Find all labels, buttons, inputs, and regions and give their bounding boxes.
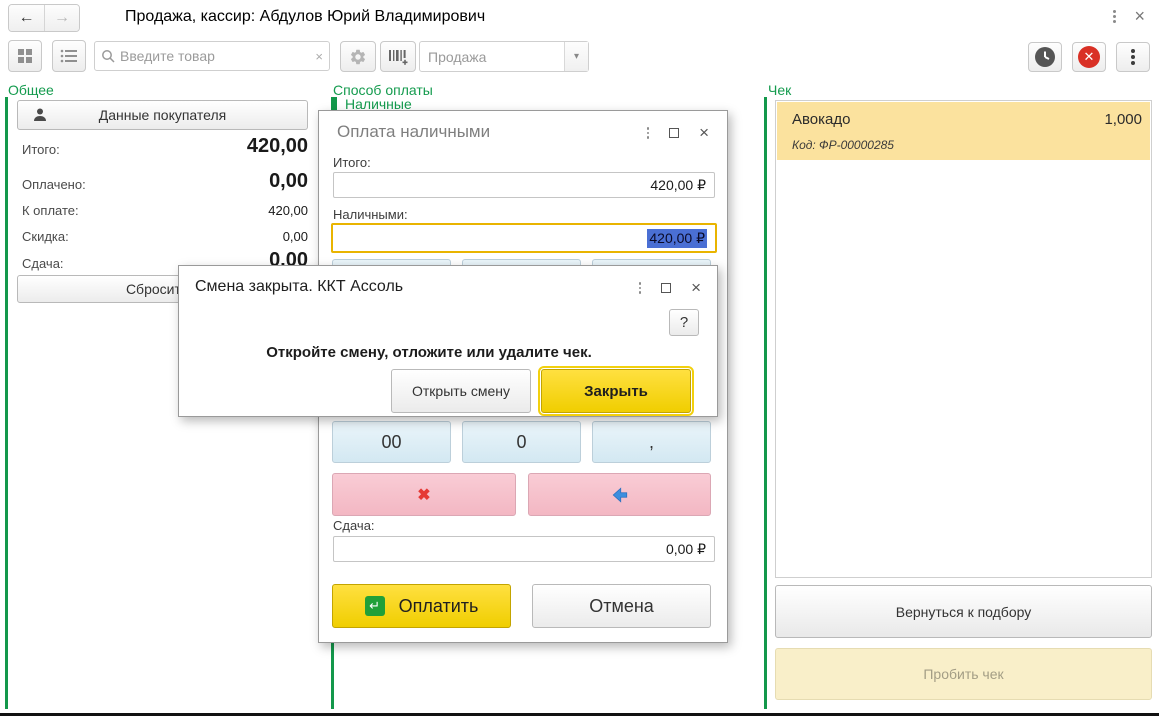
dialog-menu-icon[interactable] [647,127,650,139]
item-code: Код: ФР-00000285 [792,138,894,152]
list-icon [60,49,78,63]
dialog-cash-label: Наличными: [333,207,408,222]
open-shift-button[interactable]: Открыть смену [391,369,531,413]
backspace-arrow-icon [611,487,629,503]
receipt-item-list[interactable]: Авокадо 1,000 Код: ФР-00000285 [775,100,1152,578]
item-name: Авокадо [792,111,850,128]
numpad-clear-button[interactable]: ✖ [332,473,516,516]
receipt-panel-accent-line [764,97,767,709]
kebab-menu-icon [1131,47,1135,67]
dialog-maximize-icon[interactable] [669,128,679,138]
person-icon [32,107,48,123]
tiles-icon [17,48,33,64]
search-icon [101,49,115,63]
dialog-change-value: 0,00 ₽ [666,541,706,558]
window-menu-icon[interactable] [1113,10,1116,23]
shift-dialog-maximize-icon[interactable] [661,283,671,293]
gear-icon [349,48,367,66]
dialog-change-input[interactable]: 0,00 ₽ [333,536,715,562]
receipt-item-card[interactable]: Авокадо 1,000 Код: ФР-00000285 [777,102,1150,160]
product-search-field[interactable]: × [94,41,330,71]
dialog-total-label: Итого: [333,155,371,170]
print-receipt-button: Пробить чек [775,648,1152,700]
customer-data-button[interactable]: Данные покупателя [17,100,308,130]
open-shift-label: Открыть смену [412,383,510,399]
more-actions-button[interactable] [1116,42,1150,72]
dialog-change-label: Сдача: [333,518,375,533]
shift-closed-dialog: Смена закрыта. ККТ Ассоль × ? Откройте с… [178,265,718,417]
shift-dialog-title: Смена закрыта. ККТ Ассоль [195,278,403,296]
help-button-label: ? [680,314,688,331]
general-panel-accent-line [5,97,8,709]
shift-dialog-close-icon[interactable]: × [691,282,701,294]
close-shift-button[interactable]: ✕ [1072,42,1106,72]
item-quantity: 1,000 [1104,111,1142,128]
tiles-view-button[interactable] [8,40,42,72]
titlebar: ← → Продажа, кассир: Абдулов Юрий Владим… [0,0,1159,36]
general-header: Общее [8,82,54,98]
to-pay-label: К оплате: [22,203,79,218]
barcode-scan-button[interactable] [380,41,416,72]
nav-button-group: ← → [8,4,80,32]
receipt-header: Чек [768,82,791,98]
page-title: Продажа, кассир: Абдулов Юрий Владимиров… [125,8,485,26]
paid-value: 0,00 [269,170,308,193]
clear-cross-icon: ✖ [417,485,430,505]
close-dialog-button[interactable]: Закрыть [541,369,691,413]
numpad-key-comma[interactable]: , [592,421,711,463]
list-view-button[interactable] [52,40,86,72]
sale-mode-value: Продажа [420,49,564,65]
red-cross-icon: ✕ [1078,46,1100,68]
return-to-selection-label: Вернуться к подбору [896,604,1032,620]
shift-time-button[interactable] [1028,42,1062,72]
back-arrow-icon: ← [19,9,35,27]
numpad-key-00[interactable]: 00 [332,421,451,463]
help-button[interactable]: ? [669,309,699,336]
numpad-backspace-button[interactable] [528,473,711,516]
return-to-selection-button[interactable]: Вернуться к подбору [775,585,1152,638]
forward-arrow-icon: → [54,9,70,27]
sale-mode-select[interactable]: Продажа ▾ [419,41,589,72]
chevron-down-icon[interactable]: ▾ [564,42,588,71]
customer-data-label: Данные покупателя [99,107,227,123]
discount-value: 0,00 [283,229,308,244]
dialog-cash-value: 420,00 ₽ [647,229,707,248]
barcode-icon [388,48,408,66]
print-receipt-label: Пробить чек [923,666,1003,682]
close-dialog-label: Закрыть [584,383,648,400]
total-value: 420,00 [247,135,308,158]
dialog-total-value: 420,00 ₽ [650,177,706,194]
dialog-close-icon[interactable]: × [699,127,709,139]
back-button[interactable]: ← [9,5,44,31]
cash-dialog-title: Оплата наличными [337,122,490,142]
pay-button[interactable]: ↵ Оплатить [332,584,511,628]
enter-key-icon: ↵ [365,596,385,616]
settings-button[interactable] [340,41,376,72]
numpad-key-0[interactable]: 0 [462,421,581,463]
cancel-button-label: Отмена [589,596,654,617]
pay-button-label: Оплатить [399,596,479,617]
window-close-icon[interactable]: × [1134,9,1145,23]
dialog-total-input[interactable]: 420,00 ₽ [333,172,715,198]
total-label: Итого: [22,142,60,157]
search-input[interactable] [120,48,315,64]
clock-icon [1033,45,1057,69]
shift-dialog-menu-icon[interactable] [639,282,642,294]
forward-button[interactable]: → [44,5,79,31]
discount-label: Скидка: [22,229,69,244]
paid-label: Оплачено: [22,177,86,192]
change-label: Сдача: [22,256,64,271]
dialog-cash-input[interactable]: 420,00 ₽ [331,223,717,253]
cancel-button[interactable]: Отмена [532,584,711,628]
search-clear-icon[interactable]: × [315,49,323,64]
to-pay-value: 420,00 [268,203,308,218]
shift-dialog-message: Откройте смену, отложите или удалите чек… [179,344,679,361]
